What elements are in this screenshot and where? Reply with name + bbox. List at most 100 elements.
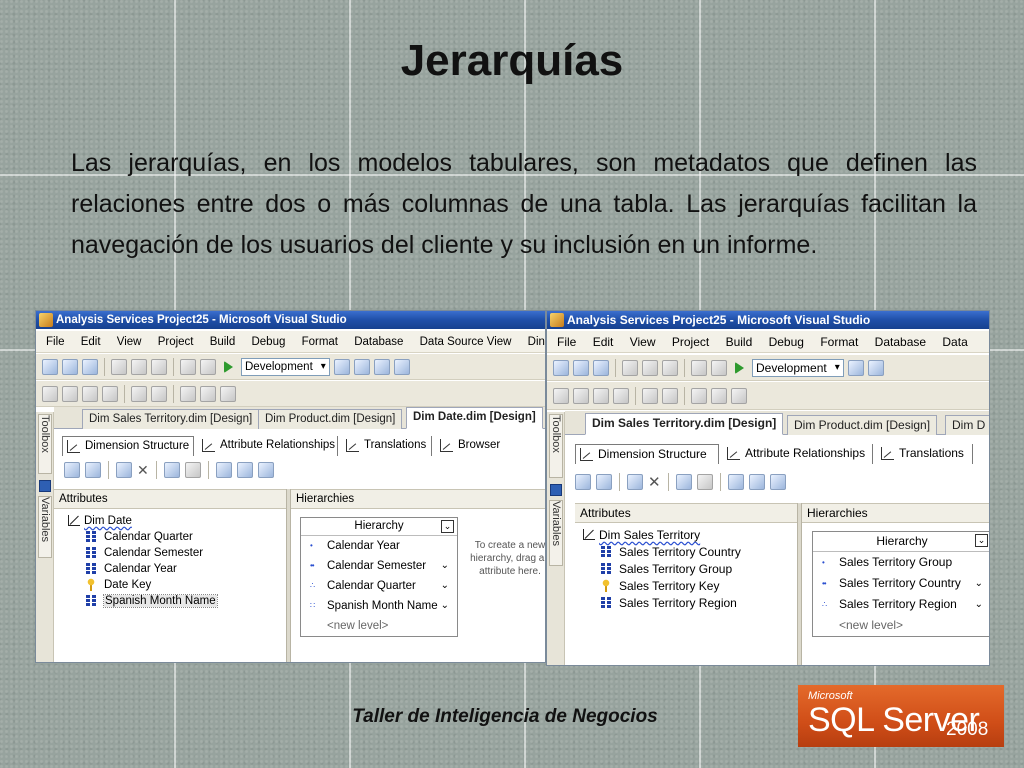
find-icon[interactable] [847, 359, 864, 376]
menu-edit[interactable]: Edit [81, 336, 101, 348]
indent-icon[interactable] [711, 387, 727, 404]
pane-splitter[interactable] [286, 489, 291, 662]
solution-configuration-select[interactable]: Development [241, 357, 330, 376]
execute-icon[interactable] [131, 385, 147, 402]
grid-icon[interactable] [102, 385, 118, 402]
add-table-icon[interactable] [575, 474, 591, 490]
tab-dim-product[interactable]: Dim Product.dim [Design] [258, 409, 403, 429]
menu-project[interactable]: Project [158, 336, 194, 348]
new-project-icon[interactable] [553, 359, 569, 376]
dimension-root[interactable]: Dim Date [66, 513, 217, 529]
redo-icon[interactable] [200, 358, 216, 375]
menu-project[interactable]: Project [672, 335, 709, 349]
properties-icon[interactable] [353, 358, 370, 375]
start-debugging-icon[interactable] [224, 360, 233, 373]
tab-translations[interactable]: Translations [342, 436, 432, 456]
copy-icon[interactable] [131, 358, 147, 375]
find-icon[interactable] [333, 358, 350, 375]
layout-icon[interactable] [731, 387, 747, 404]
tab-browser[interactable]: Browser [436, 436, 516, 456]
pane-splitter[interactable] [797, 503, 802, 665]
hierarchy-level[interactable]: • Calendar Year [301, 536, 457, 556]
menu-debug[interactable]: Debug [251, 336, 285, 348]
show-table-icon[interactable] [163, 462, 180, 478]
tab-dimension-structure[interactable]: Dimension Structure [575, 444, 719, 464]
hierarchy-level[interactable]: ∴ Calendar Quarter ⌄ [301, 576, 457, 596]
execute-icon[interactable] [642, 387, 658, 404]
diagram-layout-icon[interactable] [769, 474, 786, 490]
hierarchy-level[interactable]: •• Sales Territory Country ⌄ [813, 573, 989, 594]
menu-build[interactable]: Build [210, 336, 236, 348]
paste-icon[interactable] [151, 358, 167, 375]
menu-format[interactable]: Format [820, 335, 858, 349]
delete-icon[interactable]: ✕ [648, 473, 661, 491]
zoom-icon[interactable] [727, 474, 744, 490]
list-icon[interactable] [691, 387, 707, 404]
view-options-icon[interactable] [116, 462, 132, 478]
hierarchy-level[interactable]: •• Calendar Semester ⌄ [301, 556, 457, 576]
redo-icon[interactable] [711, 359, 727, 376]
tab-dimension-structure[interactable]: Dimension Structure [62, 436, 194, 456]
hierarchy-level[interactable]: ∷ Spanish Month Name ⌄ [301, 596, 457, 616]
properties-icon[interactable] [867, 359, 884, 376]
menu-file[interactable]: File [46, 336, 65, 348]
save-all-icon[interactable] [82, 358, 98, 375]
list-icon[interactable] [180, 385, 196, 402]
tab-attribute-relationships[interactable]: Attribute Relationships [198, 436, 338, 456]
menu-data-source-view[interactable]: Data Source View [420, 336, 512, 348]
menu-edit[interactable]: Edit [593, 335, 614, 349]
tab-dim-product[interactable]: Dim Product.dim [Design] [787, 415, 938, 435]
sql-icon[interactable] [593, 387, 609, 404]
attribute-item-selected[interactable]: Spanish Month Name [66, 593, 218, 609]
save-all-icon[interactable] [593, 359, 609, 376]
menu-format[interactable]: Format [302, 336, 338, 348]
hide-table-icon[interactable] [184, 462, 201, 478]
new-level-placeholder[interactable]: <new level> [301, 616, 457, 636]
start-page-icon[interactable] [393, 358, 410, 375]
start-debugging-icon[interactable] [735, 361, 744, 374]
attribute-item[interactable]: Sales Territory Group [581, 561, 741, 578]
add-table-icon[interactable] [64, 462, 80, 478]
zoom-icon[interactable] [215, 462, 232, 478]
attribute-item[interactable]: Calendar Year [66, 561, 217, 577]
attribute-item[interactable]: Sales Territory Country [581, 544, 741, 561]
hierarchy-level[interactable]: ∴ Sales Territory Region ⌄ [813, 594, 989, 615]
solution-configuration-select[interactable]: Development [752, 358, 844, 377]
menu-view[interactable]: View [117, 336, 142, 348]
refresh-icon[interactable] [596, 474, 612, 490]
menu-database[interactable]: Database [354, 336, 403, 348]
data-view-icon[interactable] [42, 385, 58, 402]
tab-dim-date[interactable]: Dim D [945, 415, 989, 435]
view-options-icon[interactable] [627, 474, 643, 490]
verify-sql-icon[interactable] [151, 385, 167, 402]
attribute-item[interactable]: Sales Territory Key [581, 578, 741, 595]
copy-icon[interactable] [642, 359, 658, 376]
show-table-icon[interactable] [675, 474, 692, 490]
attribute-item[interactable]: Calendar Semester [66, 545, 217, 561]
menu-data[interactable]: Data [942, 335, 967, 349]
attribute-item[interactable]: Calendar Quarter [66, 529, 217, 545]
menu-database[interactable]: Database [875, 335, 926, 349]
menu-file[interactable]: File [557, 335, 576, 349]
hierarchy-header[interactable]: Hierarchy ⌄ [301, 518, 457, 536]
undo-icon[interactable] [180, 358, 196, 375]
paste-icon[interactable] [662, 359, 678, 376]
zoom-in-icon[interactable] [236, 462, 253, 478]
save-icon[interactable] [573, 359, 589, 376]
tab-attribute-relationships[interactable]: Attribute Relationships [723, 444, 873, 464]
tab-dim-sales-territory[interactable]: Dim Sales Territory.dim [Design] [82, 409, 260, 429]
hide-table-icon[interactable] [696, 474, 713, 490]
undo-icon[interactable] [691, 359, 707, 376]
attribute-item[interactable]: Date Key [66, 577, 217, 593]
cut-icon[interactable] [622, 359, 638, 376]
collapse-icon[interactable]: ⌄ [441, 520, 454, 533]
table-icon[interactable] [62, 385, 78, 402]
cut-icon[interactable] [111, 358, 127, 375]
collapse-icon[interactable]: ⌄ [975, 534, 988, 547]
tab-dim-sales-territory[interactable]: Dim Sales Territory.dim [Design] [585, 413, 784, 435]
menu-debug[interactable]: Debug [769, 335, 804, 349]
hierarchy-level[interactable]: • Sales Territory Group [813, 552, 989, 573]
tab-translations[interactable]: Translations [877, 444, 973, 464]
delete-icon[interactable]: ✕ [137, 462, 149, 479]
toolbox-tab[interactable]: Toolbox [549, 414, 563, 478]
